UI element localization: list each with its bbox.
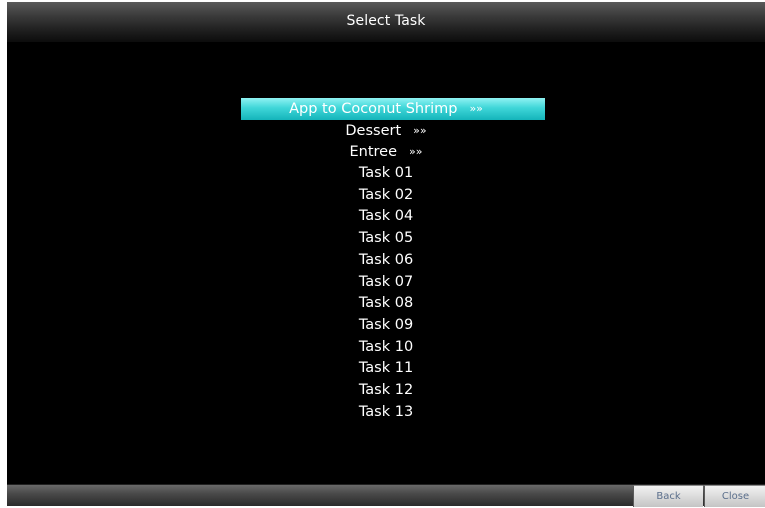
task-label: Task 13 bbox=[358, 403, 414, 420]
task-row-content: Task 07 bbox=[359, 274, 413, 290]
select-task-window: Select Task App to Coconut Shrimp»» Desse… bbox=[7, 2, 765, 507]
bottom-toolbar: Back Close bbox=[7, 484, 765, 507]
task-list-item[interactable]: Task 13 bbox=[7, 402, 765, 424]
task-label: Task 09 bbox=[358, 316, 414, 333]
task-label: Task 08 bbox=[358, 295, 414, 312]
task-list-item[interactable]: Task 11 bbox=[7, 358, 765, 380]
task-row-content: Task 01 bbox=[359, 165, 413, 181]
task-label: App to Coconut Shrimp bbox=[289, 101, 458, 117]
task-list-item[interactable]: Task 10 bbox=[7, 337, 765, 359]
task-row-content: Task 06 bbox=[359, 252, 413, 268]
task-list-item[interactable]: Task 02 bbox=[7, 185, 765, 207]
task-label: Task 11 bbox=[358, 360, 414, 377]
submenu-chevron-icon: »» bbox=[413, 123, 427, 137]
back-button[interactable]: Back bbox=[633, 485, 703, 507]
task-list-item[interactable]: Task 06 bbox=[7, 250, 765, 272]
task-row-content: Task 10 bbox=[359, 339, 413, 355]
close-button[interactable]: Close bbox=[704, 485, 765, 507]
task-list: App to Coconut Shrimp »» Dessert »» Entree »»… bbox=[7, 98, 765, 423]
task-list-item[interactable]: Task 05 bbox=[7, 228, 765, 250]
task-row-content: Task 05 bbox=[359, 230, 413, 246]
task-label: Task 05 bbox=[358, 230, 414, 247]
task-label: Task 01 bbox=[358, 165, 414, 182]
task-row-content: Dessert »» bbox=[345, 123, 426, 139]
task-list-item[interactable]: Entree »» bbox=[7, 141, 765, 163]
task-row-content: App to Coconut Shrimp »» bbox=[289, 101, 483, 117]
title-bar: Select Task bbox=[7, 2, 765, 43]
task-list-item[interactable]: Task 01 bbox=[7, 163, 765, 185]
submenu-chevron-icon: »» bbox=[469, 102, 483, 115]
task-list-item[interactable]: Dessert »» bbox=[7, 120, 765, 142]
task-label: Task 10 bbox=[358, 338, 414, 355]
task-label: Task 06 bbox=[358, 251, 414, 268]
task-row-content: Task 12 bbox=[359, 382, 413, 398]
task-row-content: Task 04 bbox=[359, 208, 413, 224]
task-label: Task 07 bbox=[358, 273, 414, 290]
task-list-item[interactable]: Task 09 bbox=[7, 315, 765, 337]
task-list-item[interactable]: Task 12 bbox=[7, 380, 765, 402]
task-row-content: Task 13 bbox=[359, 404, 413, 420]
task-list-item[interactable]: Task 07 bbox=[7, 272, 765, 294]
task-row-content: Task 02 bbox=[359, 187, 413, 203]
task-row-content: Entree »» bbox=[350, 144, 423, 160]
task-list-item[interactable]: App to Coconut Shrimp »» bbox=[7, 98, 765, 120]
task-row-content: Task 09 bbox=[359, 317, 413, 333]
task-label: Entree bbox=[349, 144, 398, 161]
task-label: Task 02 bbox=[358, 186, 414, 203]
task-list-item[interactable]: Task 04 bbox=[7, 206, 765, 228]
task-label: Dessert bbox=[345, 122, 402, 139]
task-label: Task 12 bbox=[358, 381, 414, 398]
task-row-content: Task 11 bbox=[359, 360, 413, 376]
window-title: Select Task bbox=[346, 13, 426, 29]
task-row-content: Task 08 bbox=[359, 295, 413, 311]
task-list-item[interactable]: Task 08 bbox=[7, 293, 765, 315]
task-label: Task 04 bbox=[358, 208, 414, 225]
submenu-chevron-icon: »» bbox=[409, 145, 423, 159]
